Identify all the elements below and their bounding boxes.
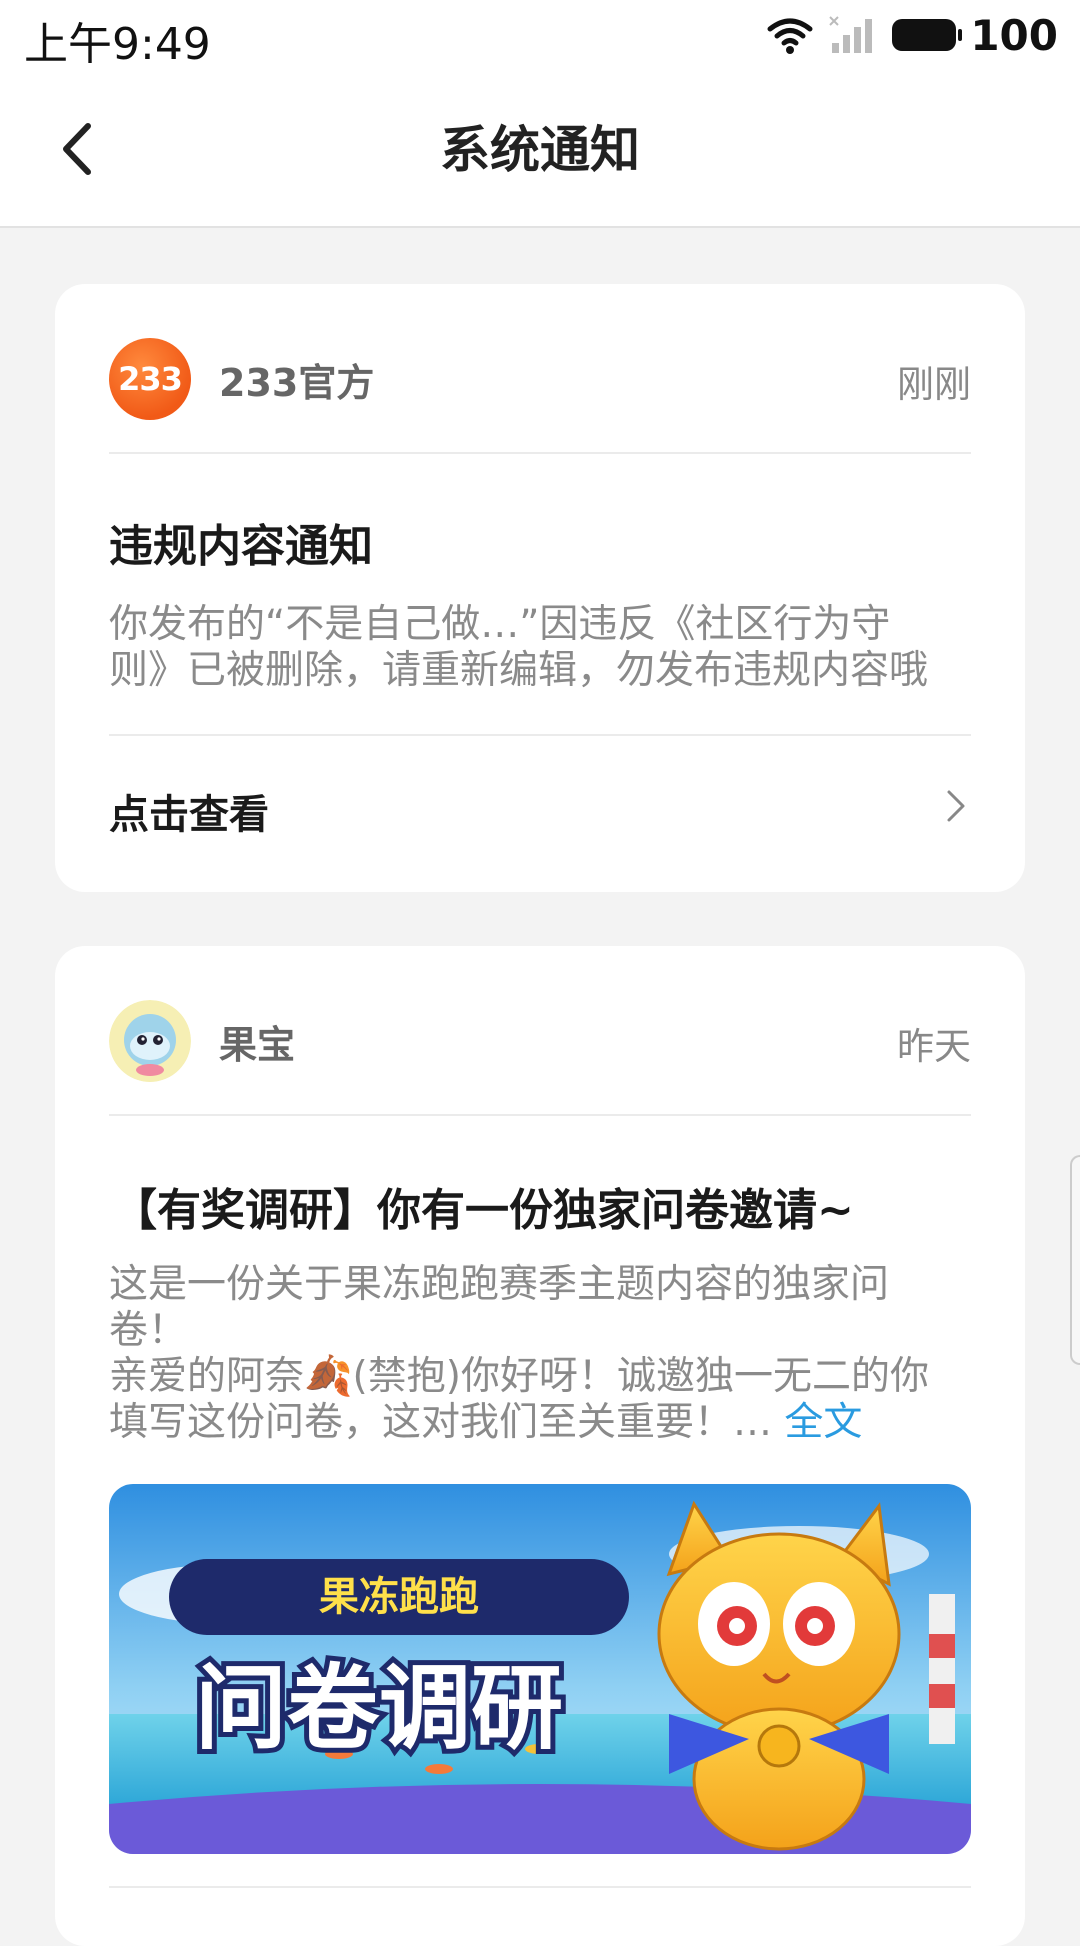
view-details-label: 点击查看	[109, 792, 269, 838]
wifi-icon	[767, 18, 813, 54]
notice-body-text: 填写这份问卷，这对我们至关重要！…	[109, 1400, 773, 1445]
sender-name[interactable]: 233官方	[219, 352, 374, 407]
notice-title: 违规内容通知	[109, 521, 373, 572]
notice-body-line: 这是一份关于果冻跑跑赛季主题内容的独家问	[109, 1262, 890, 1307]
status-icons: 100	[766, 10, 1058, 60]
notice-body-line: 卷！	[109, 1308, 188, 1353]
sender-name[interactable]: 果宝	[219, 1014, 295, 1069]
card-header: 果宝 昨天	[109, 1000, 971, 1084]
banner-image: 果冻跑跑 问卷调研	[109, 1484, 971, 1854]
divider	[109, 452, 971, 454]
page-title: 系统通知	[440, 121, 640, 179]
notification-card: 233 233官方 刚刚 违规内容通知 你发布的“不是自己做…”因违反《社区行为…	[55, 284, 1025, 892]
divider	[109, 1886, 971, 1888]
mascot-avatar-icon	[109, 1000, 191, 1082]
divider	[109, 734, 971, 736]
battery-icon	[892, 19, 963, 51]
notice-body: 这是一份关于果冻跑跑赛季主题内容的独家问 卷！ 亲爱的阿奈🍂(禁抱)你好呀！诚邀…	[109, 1262, 971, 1446]
cellular-signal-icon	[829, 16, 873, 53]
notice-body-line: 填写这份问卷，这对我们至关重要！… 全文	[109, 1400, 971, 1446]
notice-body-line: 你发布的“不是自己做…”因违反《社区行为守	[109, 602, 891, 647]
view-details-row[interactable]: 点击查看	[109, 756, 971, 856]
scroll-handle[interactable]	[1070, 1155, 1080, 1365]
timestamp: 刚刚	[897, 363, 971, 406]
banner-subtitle: 果冻跑跑	[319, 1574, 479, 1620]
status-bar: 上午9:49 100	[0, 0, 1080, 70]
battery-level: 100	[970, 10, 1058, 60]
survey-banner[interactable]: 果冻跑跑 问卷调研	[109, 1484, 971, 1854]
banner-title: 问卷调研	[195, 1655, 563, 1762]
timestamp: 昨天	[897, 1025, 971, 1068]
notice-title: 【有奖调研】你有一份独家问卷邀请~	[113, 1185, 854, 1236]
notice-body-line: 亲爱的阿奈🍂(禁抱)你好呀！诚邀独一无二的你	[109, 1354, 929, 1399]
divider	[109, 1114, 971, 1116]
status-time: 上午9:49	[24, 19, 211, 70]
card-header: 233 233官方 刚刚	[109, 338, 971, 422]
notice-body-line: 则》已被删除，请重新编辑，勿发布违规内容哦	[109, 648, 929, 693]
avatar[interactable]: 233	[109, 338, 191, 420]
avatar-text: 233	[118, 360, 183, 398]
notice-body: 你发布的“不是自己做…”因违反《社区行为守 则》已被删除，请重新编辑，勿发布违规…	[109, 602, 971, 694]
nav-bar: 系统通知	[0, 70, 1080, 228]
chevron-right-icon	[947, 790, 965, 822]
avatar[interactable]	[109, 1000, 191, 1082]
full-text-link[interactable]: 全文	[784, 1400, 862, 1445]
notification-card: 果宝 昨天 【有奖调研】你有一份独家问卷邀请~ 这是一份关于果冻跑跑赛季主题内容…	[55, 946, 1025, 1946]
